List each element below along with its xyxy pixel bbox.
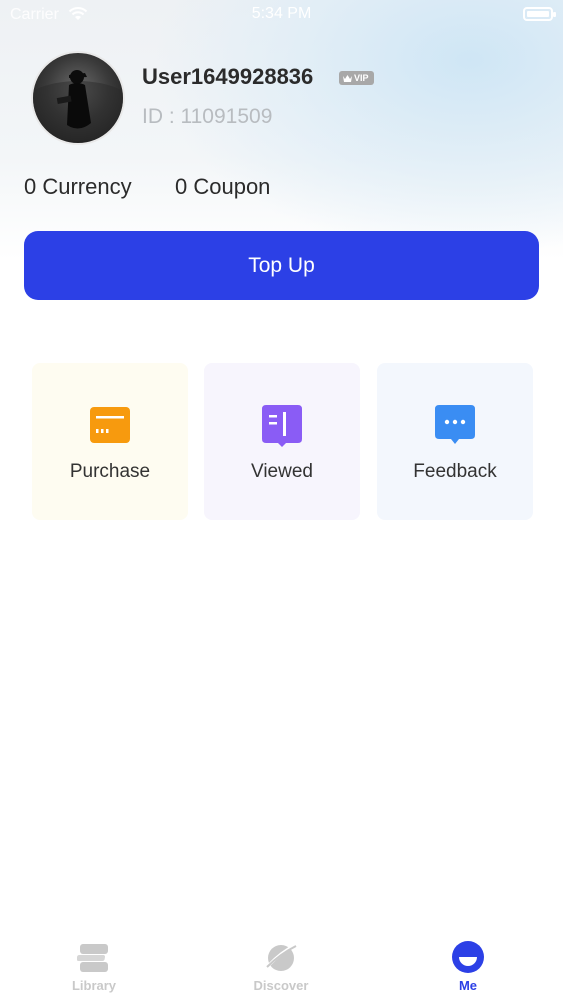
- chat-icon: [435, 405, 475, 444]
- wallet-icon: [90, 407, 130, 443]
- feedback-label: Feedback: [413, 461, 497, 482]
- avatar[interactable]: [31, 51, 125, 145]
- profile-icon: [452, 941, 484, 973]
- tab-bar: Library Discover Me: [0, 930, 563, 1000]
- planet-icon: [266, 942, 298, 971]
- vip-badge-label: VIP: [354, 73, 369, 83]
- crown-icon: [343, 74, 352, 82]
- tab-me[interactable]: Me: [408, 940, 528, 993]
- feedback-card[interactable]: Feedback: [377, 363, 533, 520]
- coupon-balance[interactable]: 0 Coupon: [175, 174, 270, 200]
- status-bar: Carrier 5:34 PM: [0, 0, 563, 30]
- tab-discover-label: Discover: [253, 978, 309, 993]
- viewed-card[interactable]: Viewed: [204, 363, 360, 520]
- tab-library[interactable]: Library: [34, 940, 154, 993]
- vip-badge: VIP: [339, 71, 374, 85]
- tab-discover[interactable]: Discover: [221, 940, 341, 993]
- viewed-label: Viewed: [251, 461, 313, 482]
- purchase-card[interactable]: Purchase: [32, 363, 188, 520]
- purchase-label: Purchase: [69, 461, 151, 482]
- battery-icon: [523, 7, 556, 21]
- user-id: ID : 11091509: [142, 105, 273, 128]
- tab-library-label: Library: [71, 978, 117, 993]
- top-up-button[interactable]: Top Up: [24, 231, 539, 300]
- tab-me-label: Me: [458, 978, 478, 993]
- username: User1649928836: [142, 64, 314, 89]
- currency-balance[interactable]: 0 Currency: [24, 174, 132, 200]
- book-icon: [262, 405, 302, 447]
- library-icon: [77, 944, 108, 972]
- status-time: 5:34 PM: [251, 5, 312, 22]
